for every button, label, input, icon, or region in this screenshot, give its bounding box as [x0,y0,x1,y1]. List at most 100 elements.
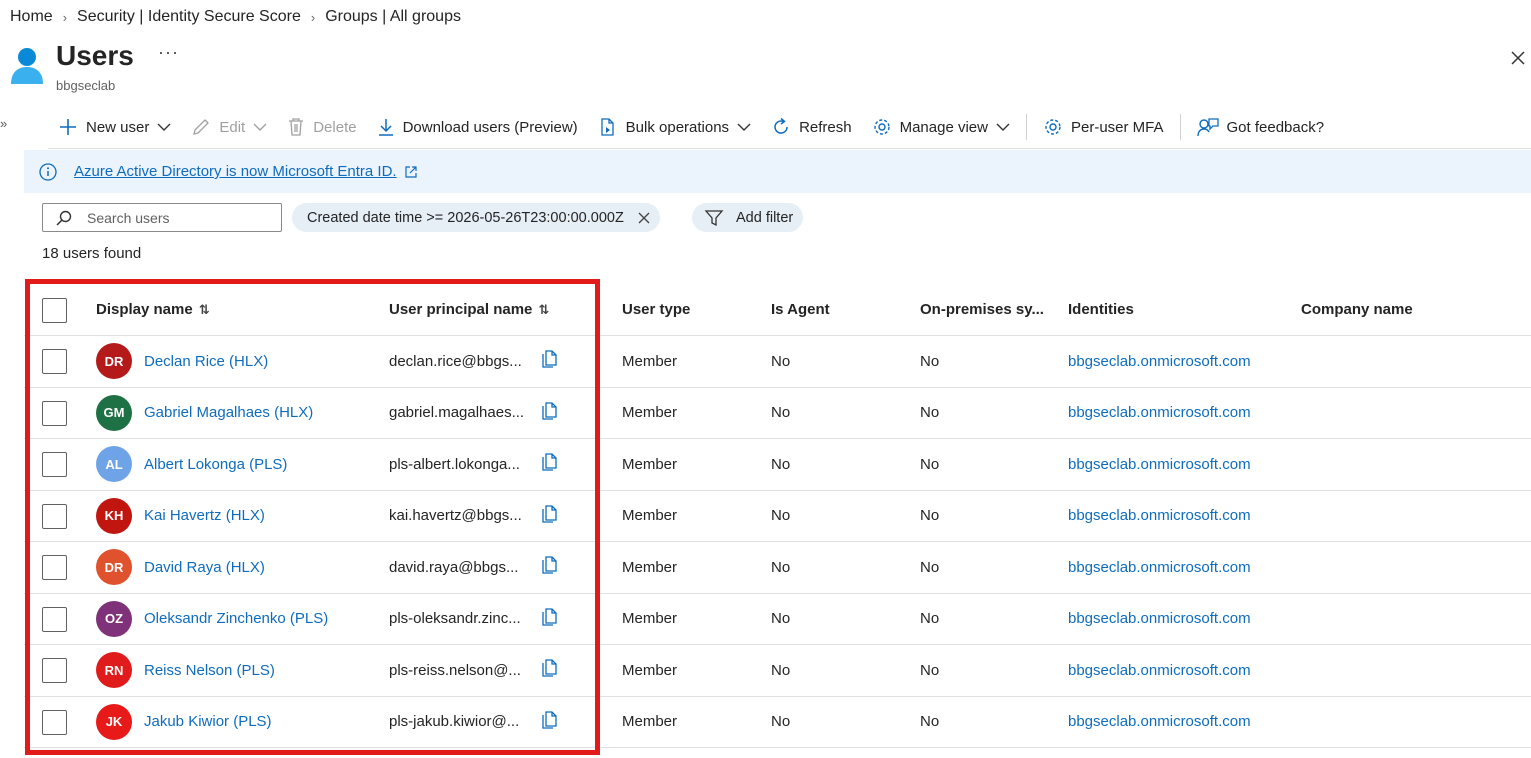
info-banner: Azure Active Directory is now Microsoft … [24,150,1531,193]
row-checkbox[interactable] [42,503,67,529]
row-checkbox[interactable] [42,349,67,375]
identity-link[interactable]: bbgseclab.onmicrosoft.com [1068,610,1251,627]
user-name-link[interactable]: Jakub Kiwior (PLS) [144,713,272,730]
identity-link[interactable]: bbgseclab.onmicrosoft.com [1068,559,1251,576]
identity-cell: bbgseclab.onmicrosoft.com [1068,439,1251,490]
edit-button[interactable]: Edit [181,108,277,146]
column-header-upn[interactable]: User principal name ⇅ [389,284,549,335]
table-row[interactable]: KH Kai Havertz (HLX) kai.havertz@bbgs...… [24,491,1531,542]
user-name-link[interactable]: Oleksandr Zinchenko (PLS) [144,610,328,627]
table-row[interactable]: RN Reiss Nelson (PLS) pls-reiss.nelson@.… [24,645,1531,697]
trash-icon [289,118,304,136]
row-checkbox[interactable] [42,606,67,632]
copy-icon[interactable] [541,400,559,420]
onprem-cell: No [920,558,940,576]
new-user-label: New user [86,118,150,136]
column-header-user-type: User type [622,301,691,318]
copy-icon[interactable] [541,606,559,626]
user-type-cell: Member [622,713,678,731]
created-date-filter-pill[interactable]: Created date time >= 2026-05-26T23:00:00… [292,203,660,232]
identity-link[interactable]: bbgseclab.onmicrosoft.com [1068,662,1251,679]
breadcrumb-home[interactable]: Home [10,8,53,26]
user-type-cell: Member [622,610,678,628]
download-users-button[interactable]: Download users (Preview) [367,108,588,146]
sort-icon[interactable]: ⇅ [538,302,549,318]
is-agent-cell: No [771,713,791,731]
sort-icon[interactable]: ⇅ [199,302,210,318]
feedback-button[interactable]: Got feedback? [1187,108,1335,146]
manage-view-label: Manage view [899,118,988,136]
command-bar: New user Edit Delete Download users (Pre… [48,108,1334,146]
table-body: DR Declan Rice (HLX) declan.rice@bbgs...… [24,336,1531,748]
upn-text: gabriel.magalhaes... [389,404,525,422]
breadcrumb-groups[interactable]: Groups | All groups [325,8,461,26]
bulk-operations-button[interactable]: Bulk operations [588,108,761,146]
user-name-link[interactable]: Gabriel Magalhaes (HLX) [144,404,313,421]
table-row[interactable]: AL Albert Lokonga (PLS) pls-albert.lokon… [24,439,1531,491]
row-checkbox[interactable] [42,452,67,478]
user-type-cell: Member [622,661,678,679]
user-name-link[interactable]: Albert Lokonga (PLS) [144,456,287,473]
copy-icon[interactable] [541,709,559,729]
chevron-right-icon: › [310,9,316,25]
identity-link[interactable]: bbgseclab.onmicrosoft.com [1068,353,1251,370]
identity-link[interactable]: bbgseclab.onmicrosoft.com [1068,713,1251,730]
refresh-icon [774,117,788,134]
user-name-link[interactable]: Reiss Nelson (PLS) [144,662,275,679]
upn-text: pls-jakub.kiwior@... [389,713,520,731]
identity-cell: bbgseclab.onmicrosoft.com [1068,336,1251,387]
identity-link[interactable]: bbgseclab.onmicrosoft.com [1068,404,1251,421]
manage-view-button[interactable]: Manage view [862,108,1020,146]
table-row[interactable]: GM Gabriel Magalhaes (HLX) gabriel.magal… [24,388,1531,439]
select-all-checkbox[interactable] [42,297,67,323]
upn-text: declan.rice@bbgs... [389,352,522,370]
onprem-cell: No [920,713,940,731]
copy-icon[interactable] [541,451,559,471]
row-checkbox[interactable] [42,709,67,735]
page-title: Users [56,40,134,71]
row-checkbox[interactable] [42,555,67,581]
table-row[interactable]: JK Jakub Kiwior (PLS) pls-jakub.kiwior@.… [24,697,1531,748]
refresh-button[interactable]: Refresh [761,108,862,146]
remove-filter-icon[interactable] [636,210,652,226]
copy-icon[interactable] [541,503,559,523]
row-checkbox[interactable] [42,400,67,426]
display-name-cell: JK Jakub Kiwior (PLS) [96,697,272,748]
per-user-mfa-button[interactable]: Per-user MFA [1033,108,1174,146]
table-row[interactable]: DR David Raya (HLX) david.raya@bbgs... M… [24,542,1531,594]
copy-icon[interactable] [541,554,559,574]
table-row[interactable]: OZ Oleksandr Zinchenko (PLS) pls-oleksan… [24,594,1531,645]
onprem-cell: No [920,610,940,628]
column-header-display-name[interactable]: Display name ⇅ [96,284,210,335]
close-icon[interactable] [1507,44,1529,70]
identity-link[interactable]: bbgseclab.onmicrosoft.com [1068,456,1251,473]
upn-cell: declan.rice@bbgs... [389,336,527,387]
user-name-link[interactable]: Kai Havertz (HLX) [144,507,265,524]
search-input[interactable] [87,209,267,226]
is-agent-cell: No [771,404,791,422]
avatar: AL [96,446,132,483]
new-user-button[interactable]: New user [48,108,181,146]
identity-link[interactable]: bbgseclab.onmicrosoft.com [1068,507,1251,524]
add-filter-button[interactable]: Add filter [692,203,804,232]
users-table: Display name ⇅ User principal name ⇅ Use… [24,284,1531,748]
funnel-icon [704,209,724,226]
is-agent-cell: No [771,507,791,525]
more-options-icon[interactable]: ··· [158,42,179,63]
copy-icon[interactable] [541,657,559,677]
expand-menu-icon[interactable]: » [0,116,7,131]
upn-cell: pls-jakub.kiwior@... [389,697,527,748]
bulk-operations-label: Bulk operations [625,118,730,136]
breadcrumb-identity-secure-score[interactable]: Security | Identity Secure Score [77,8,301,26]
row-checkbox[interactable] [42,658,67,684]
copy-icon[interactable] [541,348,559,368]
delete-button[interactable]: Delete [277,108,366,146]
user-name-link[interactable]: David Raya (HLX) [144,559,265,576]
search-box[interactable] [42,203,282,232]
display-name-cell: OZ Oleksandr Zinchenko (PLS) [96,594,328,645]
info-icon [39,162,57,181]
entra-rename-link[interactable]: Azure Active Directory is now Microsoft … [74,163,397,180]
table-row[interactable]: DR Declan Rice (HLX) declan.rice@bbgs...… [24,336,1531,388]
external-link-icon[interactable] [404,165,418,179]
user-name-link[interactable]: Declan Rice (HLX) [144,353,268,370]
